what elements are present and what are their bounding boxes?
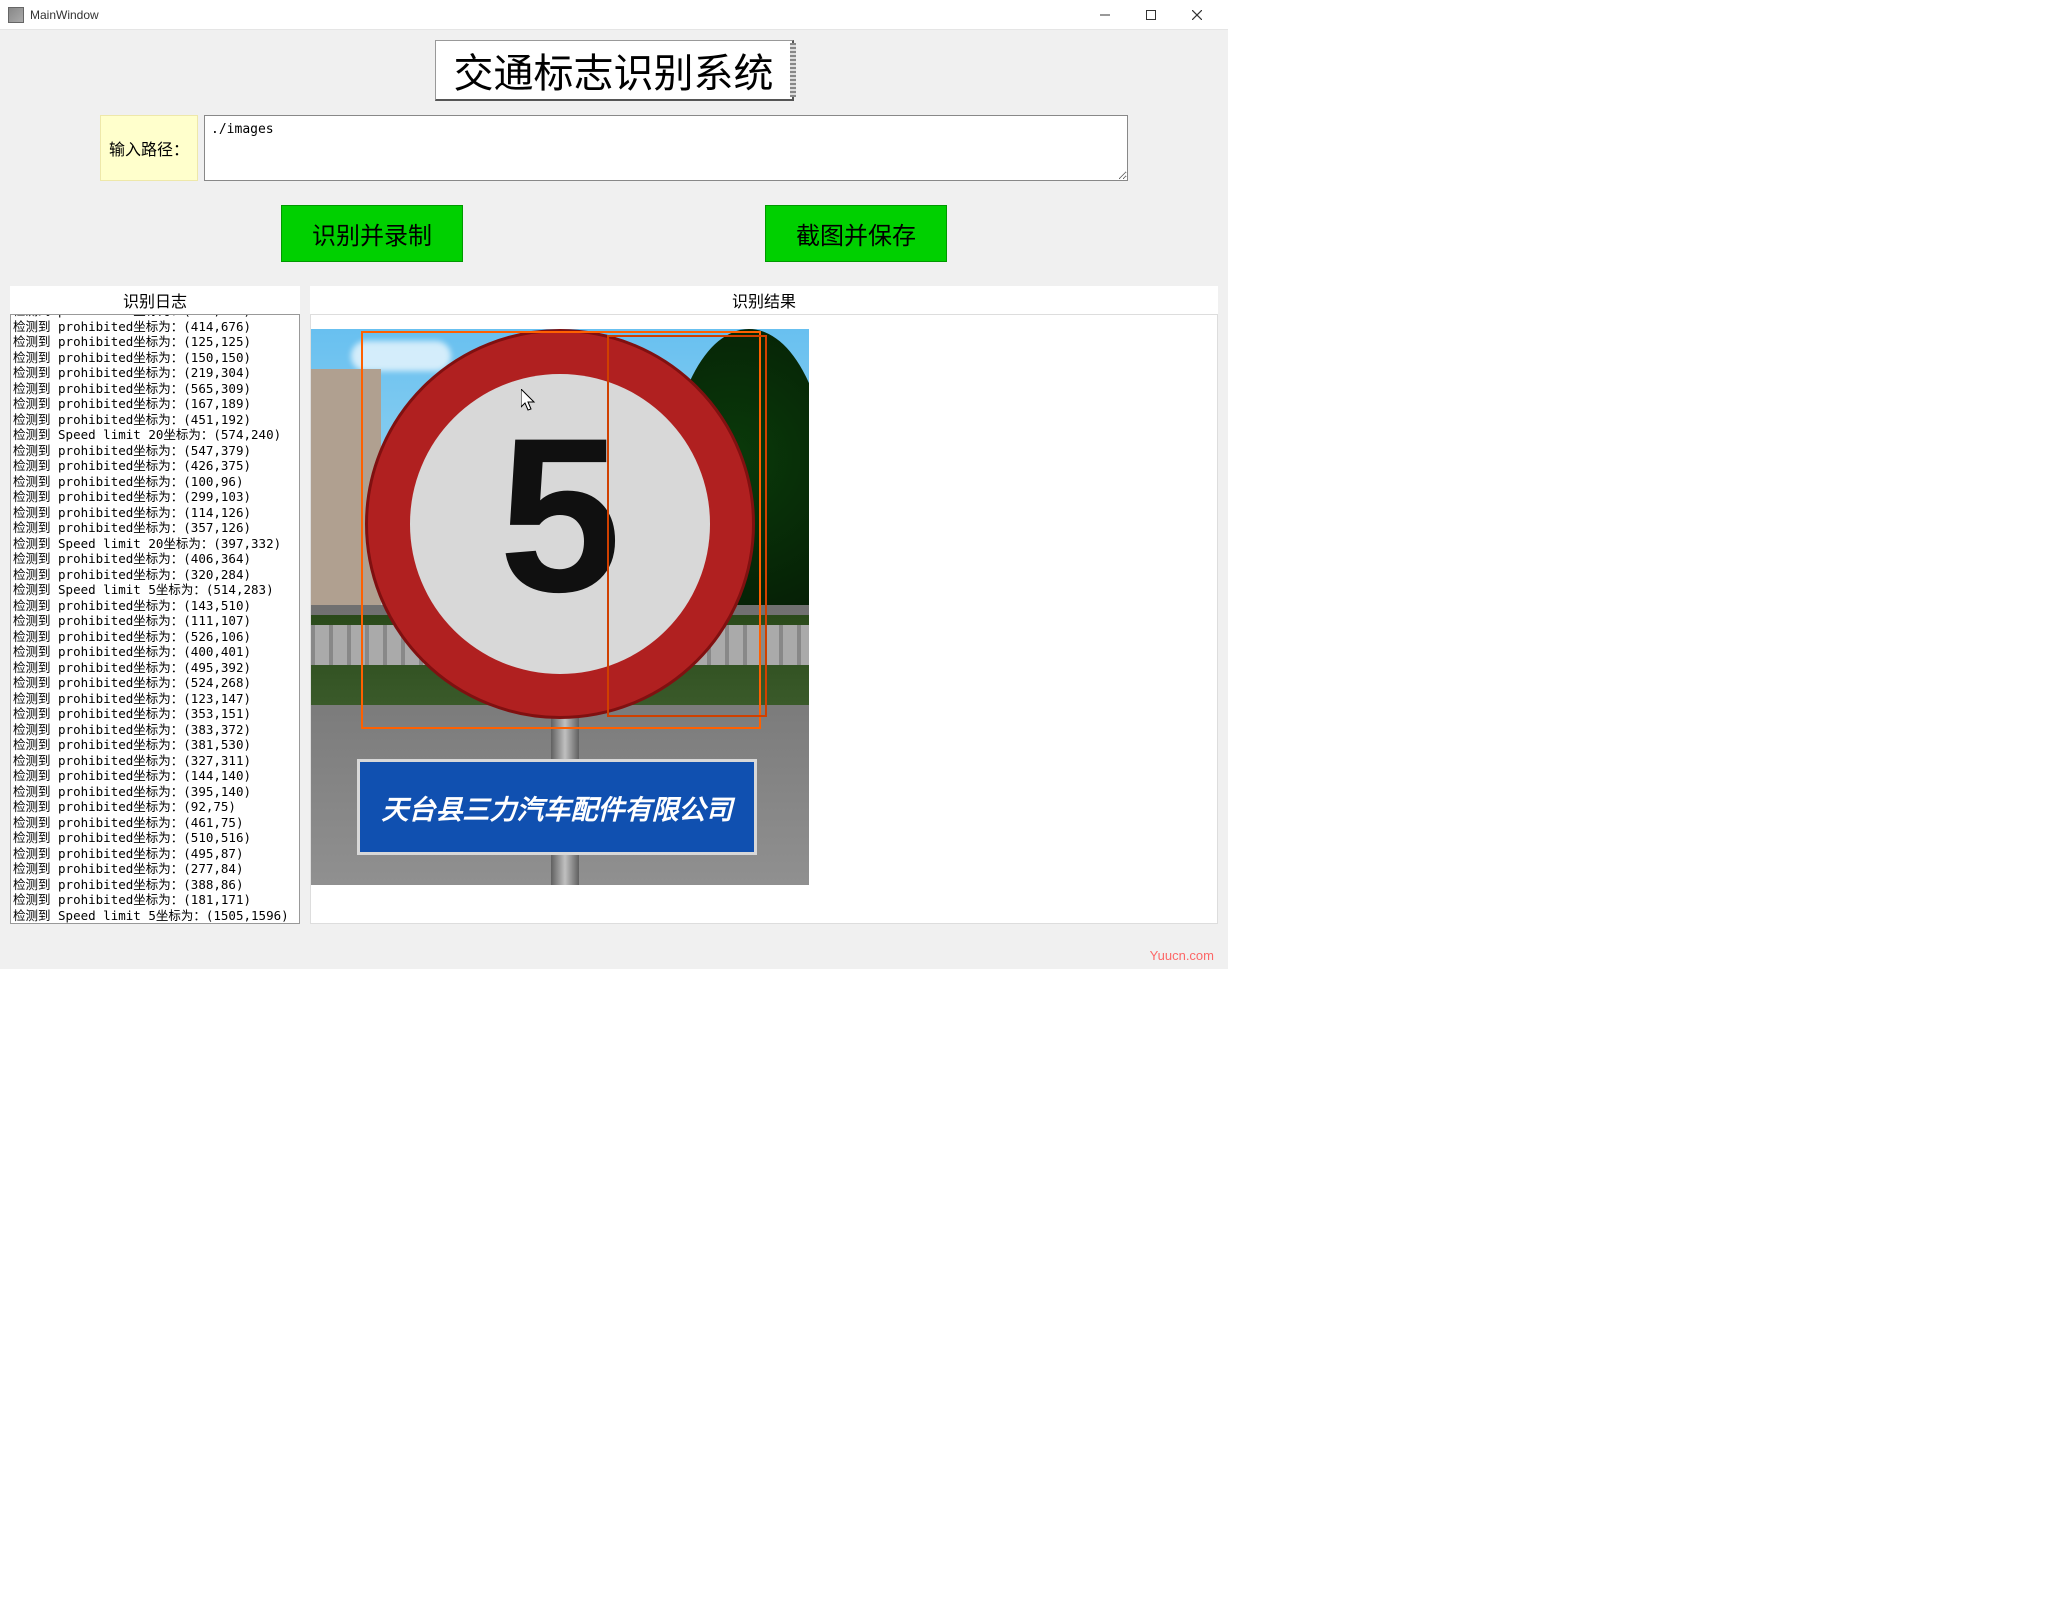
result-image: 5 天台县三力汽车配件有限公司 (311, 329, 809, 885)
log-line: 检测到 prohibited坐标为：(92,75) (13, 799, 297, 815)
log-line: 检测到 prohibited坐标为：(327,311) (13, 753, 297, 769)
input-path-field[interactable] (204, 115, 1128, 181)
log-line: 检测到 prohibited坐标为：(565,309) (13, 381, 297, 397)
log-line: 检测到 prohibited坐标为：(524,268) (13, 675, 297, 691)
log-line: 检测到 Speed limit 5坐标为：(1505,1596) (13, 908, 297, 924)
log-line: 检测到 prohibited坐标为：(123,147) (13, 691, 297, 707)
cursor-icon (521, 389, 539, 413)
log-line: 检测到 prohibited坐标为：(495,87) (13, 846, 297, 862)
log-line: 检测到 prohibited坐标为：(125,125) (13, 334, 297, 350)
detection-box (607, 335, 767, 717)
log-line: 检测到 prohibited坐标为：(111,107) (13, 613, 297, 629)
log-line: 检测到 prohibited坐标为：(406,364) (13, 551, 297, 567)
log-line: 检测到 prohibited坐标为：(400,401) (13, 644, 297, 660)
window-controls (1082, 1, 1220, 29)
log-line: 检测到 prohibited坐标为：(150,150) (13, 350, 297, 366)
log-line: 检测到 prohibited坐标为：(526,106) (13, 629, 297, 645)
log-line: 检测到 prohibited坐标为：(426,375) (13, 458, 297, 474)
log-line: 检测到 prohibited坐标为：(383,372) (13, 722, 297, 738)
content-area: 交通标志识别系统 输入路径： 识别并录制 截图并保存 识别日志 检测到 proh… (0, 30, 1228, 969)
log-line: 检测到 prohibited坐标为：(181,171) (13, 892, 297, 908)
titlebar: MainWindow (0, 0, 1228, 30)
result-panel: 5 天台县三力汽车配件有限公司 (310, 314, 1218, 924)
log-panel-title: 识别日志 (10, 286, 300, 314)
screenshot-save-button[interactable]: 截图并保存 (765, 205, 947, 262)
log-line: 检测到 prohibited坐标为：(144,140) (13, 768, 297, 784)
log-line: 检测到 prohibited坐标为：(114,126) (13, 505, 297, 521)
log-line: 检测到 prohibited坐标为：(381,530) (13, 737, 297, 753)
log-line: 检测到 prohibited坐标为：(495,392) (13, 660, 297, 676)
log-line: 检测到 prohibited坐标为：(461,75) (13, 815, 297, 831)
result-panel-title: 识别结果 (310, 286, 1218, 314)
page-title: 交通标志识别系统 (435, 40, 794, 101)
log-line: 检测到 prohibited坐标为：(451,192) (13, 412, 297, 428)
log-line: 检测到 prohibited坐标为：(395,140) (13, 784, 297, 800)
watermark: Yuucn.com (1150, 948, 1214, 963)
log-line: 检测到 prohibited坐标为：(357,126) (13, 520, 297, 536)
log-list[interactable]: 检测到 prohibited坐标为：(667,404)检测到 prohibite… (10, 314, 300, 924)
blue-sign-text: 天台县三力汽车配件有限公司 (357, 759, 757, 855)
log-line: 检测到 prohibited坐标为：(414,676) (13, 319, 297, 335)
log-line: 检测到 prohibited坐标为：(219,304) (13, 365, 297, 381)
app-icon (8, 7, 24, 23)
log-line: 检测到 prohibited坐标为：(353,151) (13, 706, 297, 722)
input-path-label: 输入路径： (100, 115, 198, 181)
log-line: 检测到 prohibited坐标为：(277,84) (13, 861, 297, 877)
recognize-record-button[interactable]: 识别并录制 (281, 205, 463, 262)
window-title: MainWindow (30, 8, 1082, 22)
log-line: 检测到 prohibited坐标为：(100,96) (13, 474, 297, 490)
log-line: 检测到 Speed limit 5坐标为：(514,283) (13, 582, 297, 598)
maximize-button[interactable] (1128, 1, 1174, 29)
minimize-button[interactable] (1082, 1, 1128, 29)
close-button[interactable] (1174, 1, 1220, 29)
log-line: 检测到 prohibited坐标为：(388,86) (13, 877, 297, 893)
log-line: 检测到 prohibited坐标为：(143,510) (13, 598, 297, 614)
log-line: 检测到 prohibited坐标为：(299,103) (13, 489, 297, 505)
log-line: 检测到 prohibited坐标为：(167,189) (13, 396, 297, 412)
log-line: 检测到 prohibited坐标为：(510,516) (13, 830, 297, 846)
log-line: 检测到 prohibited坐标为：(320,284) (13, 567, 297, 583)
log-line: 检测到 Speed limit 20坐标为：(574,240) (13, 427, 297, 443)
log-line: 检测到 Speed limit 20坐标为：(397,332) (13, 536, 297, 552)
log-line: 检测到 prohibited坐标为：(547,379) (13, 443, 297, 459)
